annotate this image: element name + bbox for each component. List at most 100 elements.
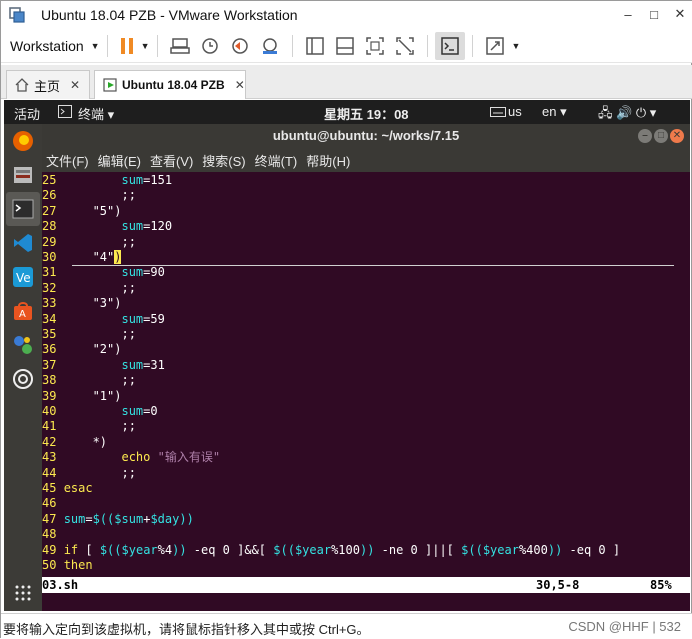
line-number: 37 <box>42 357 57 372</box>
line-number: 28 <box>42 219 57 234</box>
tab-home-label: 主页 <box>34 78 61 94</box>
code-line: 42 *) <box>42 434 108 449</box>
app-menu[interactable]: 终端 ▾ <box>78 104 114 123</box>
vscode-icon[interactable] <box>10 230 36 256</box>
close-tab-icon[interactable]: ✕ <box>235 78 245 92</box>
console-icon <box>440 36 459 55</box>
show-thumbnail-button[interactable] <box>330 32 360 60</box>
ubuntu-dock: Ve A <box>4 124 42 611</box>
network-tool-icon[interactable] <box>10 332 36 358</box>
window-title: Ubuntu 18.04 PZB - VMware Workstation <box>41 7 298 23</box>
line-number: 25 <box>42 173 57 187</box>
vm-display[interactable]: 活动 终端 ▾ 星期五 19：08 us en ▾ 🖧 🔊 ⏻ ▾ Ve A u… <box>4 100 690 611</box>
files-icon[interactable] <box>10 162 36 188</box>
status-percent: 85% <box>650 578 672 592</box>
software-center-icon[interactable]: A <box>10 298 36 324</box>
send-ctrl-alt-del-button[interactable] <box>165 32 195 60</box>
code-line: 26 ;; <box>42 188 136 203</box>
clock[interactable]: 星期五 19：08 <box>324 104 409 123</box>
activities-button[interactable]: 活动 <box>14 104 40 123</box>
status-hint: 要将输入定向到该虚拟机，请将鼠标指针移入其中或按 Ctrl+G。 <box>3 622 370 637</box>
line-number: 27 <box>42 203 57 218</box>
workstation-dropdown-icon[interactable]: ▼ <box>91 41 100 51</box>
menu-file[interactable]: 文件(F) <box>46 151 89 170</box>
code-line: 38 ;; <box>42 373 136 388</box>
keyboard-indicator[interactable]: us <box>490 104 522 119</box>
keyboard-icon <box>169 37 190 54</box>
line-number: 34 <box>42 311 57 326</box>
code-line: 27 "5") <box>42 203 122 218</box>
visual-editor-icon[interactable]: Ve <box>10 264 36 290</box>
vmware-window: Ubuntu 18.04 PZB - VMware Workstation – … <box>0 0 692 639</box>
code-line: 50 then <box>42 558 93 572</box>
line-number: 32 <box>42 280 57 295</box>
terminal-minimize-button[interactable]: – <box>638 129 652 143</box>
vm-running-icon <box>103 78 117 92</box>
minimize-button[interactable]: – <box>615 1 641 27</box>
terminal-title: ubuntu@ubuntu: ~/works/7.15 <box>272 128 460 143</box>
svg-text:Ve: Ve <box>16 271 31 285</box>
vim-editor[interactable]: 25 sum=151 26 ;; 27 "5") 28 sum=120 29 ;; 30 … <box>42 173 690 577</box>
terminal-maximize-button[interactable]: □ <box>654 129 668 143</box>
menu-view[interactable]: 查看(V) <box>150 151 193 170</box>
pause-button[interactable] <box>115 32 139 60</box>
toolbar-separator <box>471 34 473 57</box>
firefox-icon[interactable] <box>10 128 36 154</box>
code-line: 46 <box>42 496 64 511</box>
system-indicators[interactable]: 🖧 🔊 ⏻ ▾ <box>598 104 656 126</box>
tab-home[interactable]: 主页 ✕ <box>6 70 90 99</box>
close-tab-icon[interactable]: ✕ <box>70 78 80 92</box>
watermark: CSDN @HHF | 532 <box>568 619 681 634</box>
stretch-dropdown-icon[interactable]: ▼ <box>512 41 521 51</box>
unity-mode-button[interactable] <box>390 32 420 60</box>
snapshot-button[interactable] <box>195 32 225 60</box>
code-line: 36 "2") <box>42 342 122 357</box>
tab-vm-label: Ubuntu 18.04 PZB <box>122 78 225 92</box>
power-dropdown-icon[interactable]: ▼ <box>141 41 150 51</box>
toolbar-separator <box>106 34 108 57</box>
close-button[interactable]: ✕ <box>667 1 692 27</box>
code-line: 45 esac <box>42 481 93 495</box>
maximize-button[interactable]: □ <box>641 1 667 27</box>
terminal-dock-icon[interactable] <box>10 196 36 222</box>
menu-help[interactable]: 帮助(H) <box>306 151 350 170</box>
show-library-button[interactable] <box>300 32 330 60</box>
library-icon <box>305 36 324 55</box>
menu-search[interactable]: 搜索(S) <box>202 151 245 170</box>
code-line: 40 sum=0 <box>42 404 158 418</box>
code-line: 31 sum=90 <box>42 265 165 280</box>
snapshot-manager-button[interactable] <box>255 32 285 60</box>
language-indicator[interactable]: en ▾ <box>542 104 567 120</box>
line-number: 30 <box>42 250 57 264</box>
stretch-button[interactable] <box>480 32 510 60</box>
line-number: 46 <box>42 496 57 511</box>
line-number: 44 <box>42 465 57 480</box>
code-line: 30 "4") <box>42 250 122 264</box>
vmware-app-icon <box>9 7 25 23</box>
line-number: 48 <box>42 527 57 542</box>
toolbar-separator <box>426 34 428 57</box>
ubuntu-top-bar: 活动 终端 ▾ 星期五 19：08 us en ▾ 🖧 🔊 ⏻ ▾ <box>4 100 690 124</box>
status-cursor-position: 30,5-8 <box>536 578 580 592</box>
console-view-button[interactable] <box>434 31 465 60</box>
menu-edit[interactable]: 编辑(E) <box>98 151 141 170</box>
workstation-menu[interactable]: Workstation <box>10 38 84 54</box>
keyboard-layout-icon <box>490 106 506 117</box>
full-screen-button[interactable] <box>360 32 390 60</box>
stretch-icon <box>485 36 504 55</box>
revert-snapshot-button[interactable] <box>225 32 255 60</box>
menu-terminal[interactable]: 终端(T) <box>255 151 298 170</box>
code-line: 47 sum=$(($sum+$day)) <box>42 511 194 526</box>
help-icon[interactable] <box>10 366 36 392</box>
terminal-title-bar: ubuntu@ubuntu: ~/works/7.15 – □ ✕ <box>42 124 690 148</box>
code-line: 41 ;; <box>42 419 136 434</box>
unity-icon <box>395 36 414 55</box>
code-line: 25 sum=151 <box>42 173 173 187</box>
terminal-close-button[interactable]: ✕ <box>670 129 684 143</box>
line-number: 35 <box>42 327 57 341</box>
show-applications-icon[interactable] <box>10 580 36 606</box>
code-line: 49 if [ $(($year%4)) -eq 0 ]&&[ $(($year… <box>42 542 621 557</box>
snapshot-icon <box>201 37 218 54</box>
terminal-window[interactable]: ubuntu@ubuntu: ~/works/7.15 – □ ✕ 文件(F) … <box>42 124 690 611</box>
tab-vm[interactable]: Ubuntu 18.04 PZB ✕ <box>94 70 246 99</box>
